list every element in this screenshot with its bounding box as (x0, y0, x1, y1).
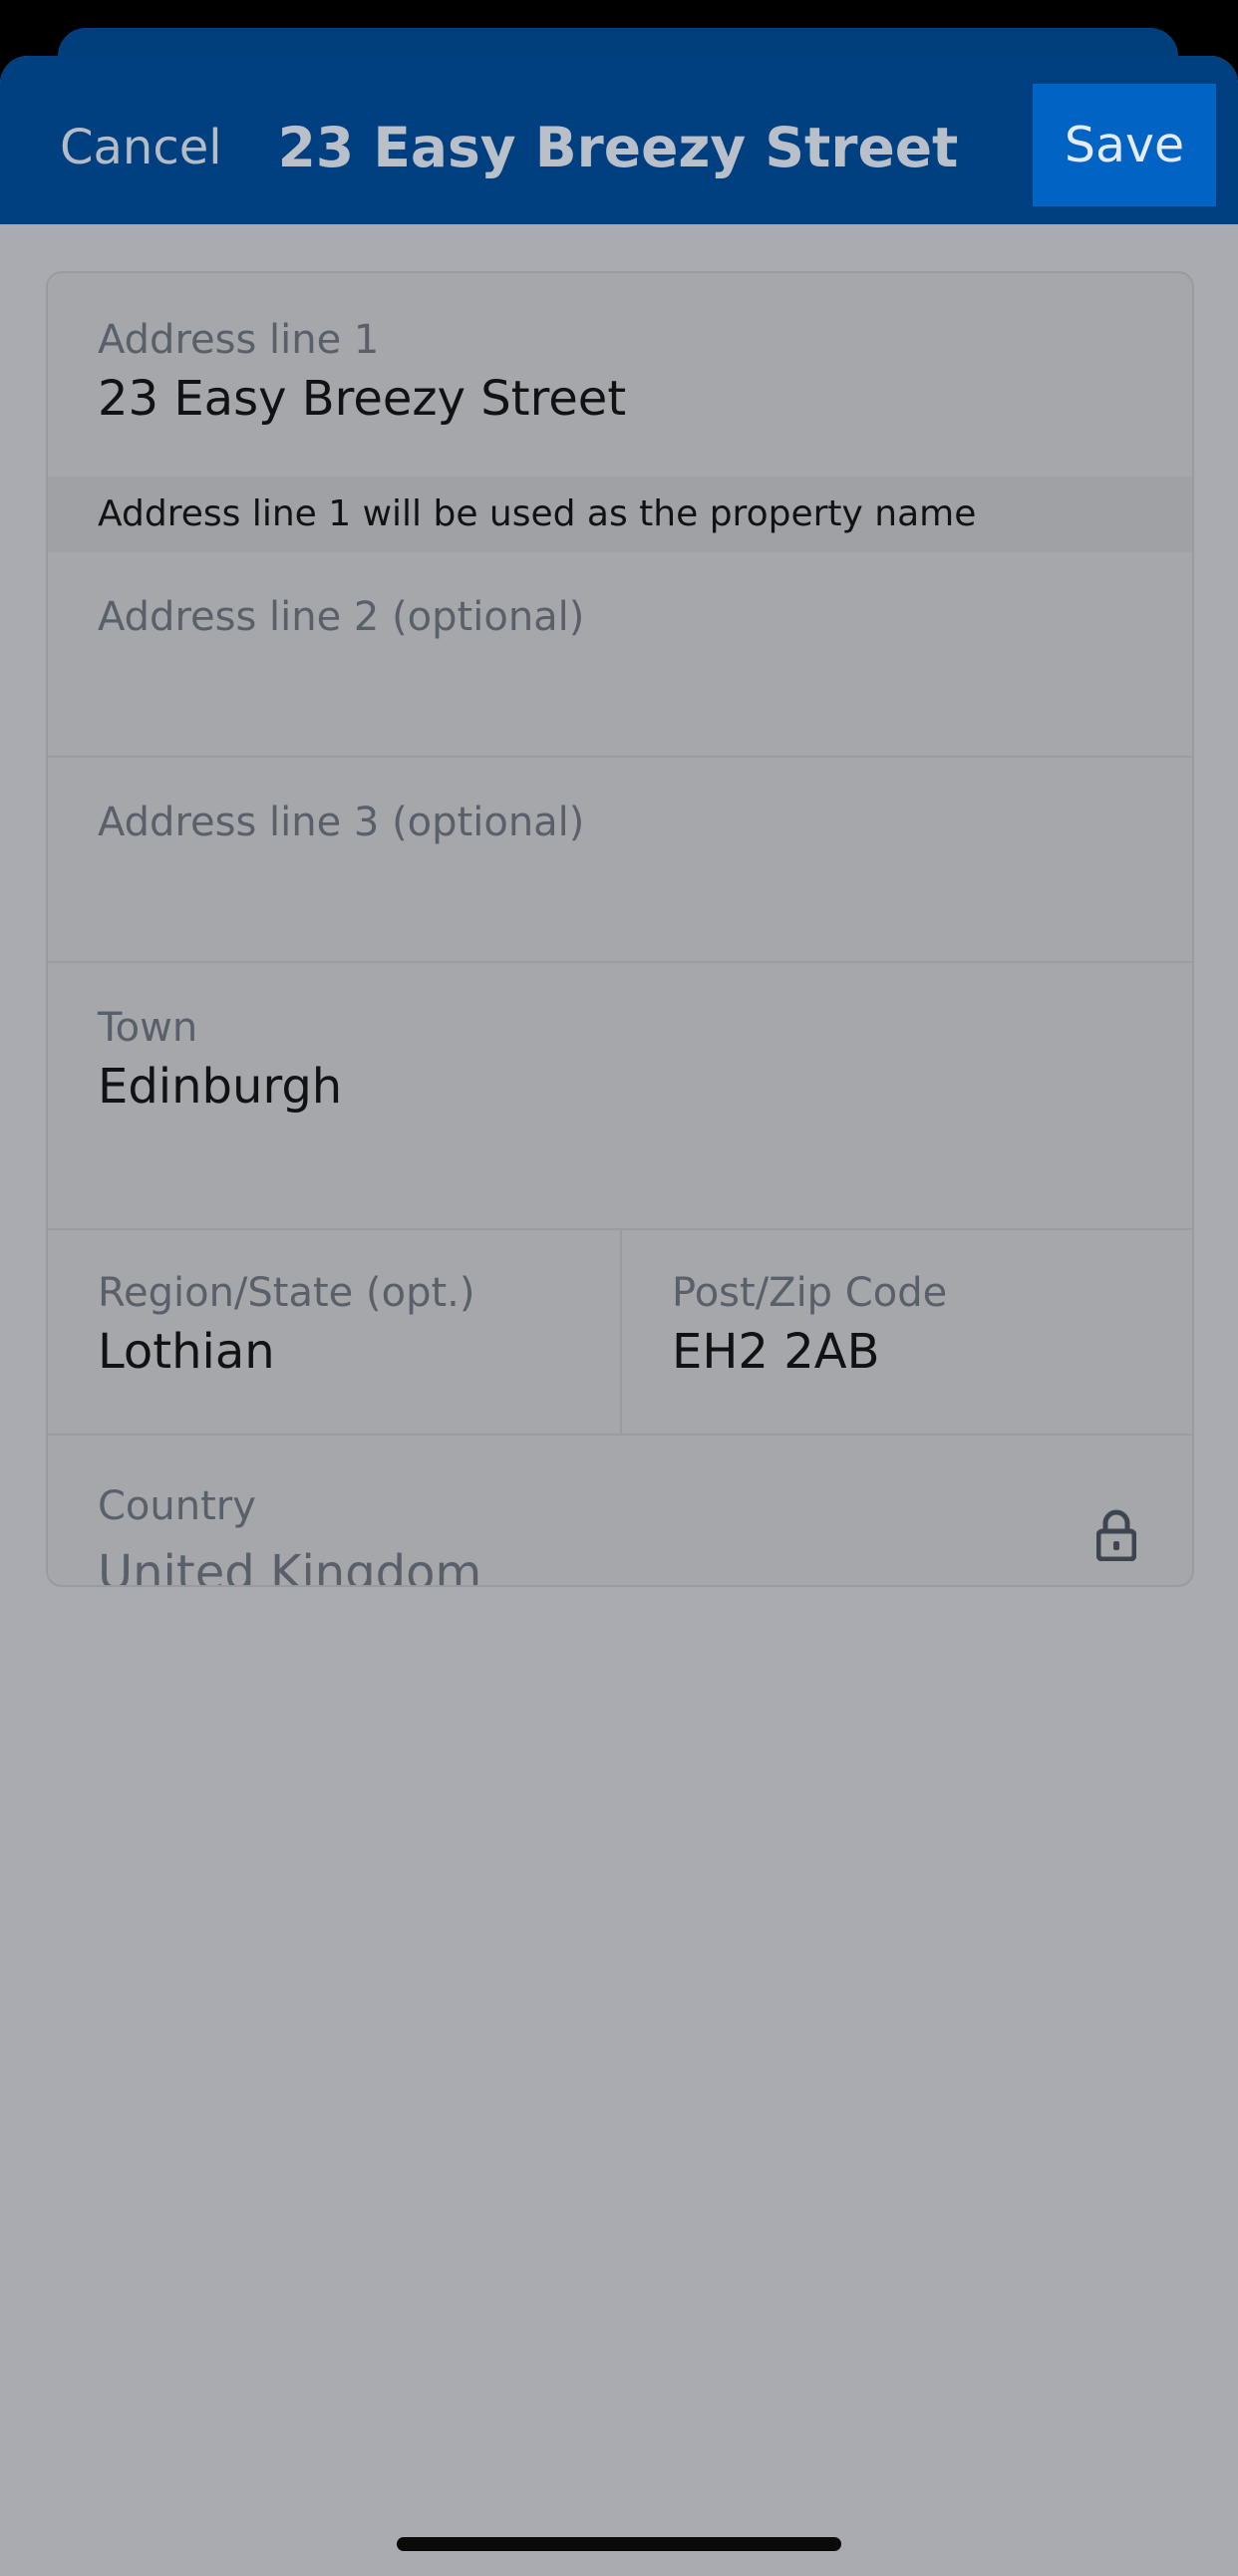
region-value[interactable]: Lothian (98, 1324, 275, 1380)
cancel-button[interactable]: Cancel (60, 108, 222, 187)
address-line-2-field[interactable]: Address line 2 (optional) (48, 552, 1192, 758)
town-field[interactable]: Town Edinburgh (48, 963, 1192, 1168)
country-value: United Kingdom (98, 1545, 482, 1587)
address-hint-text: Address line 1 will be used as the prope… (98, 493, 977, 534)
address-line-3-label: Address line 3 (optional) (98, 800, 585, 845)
postcode-value[interactable]: EH2 2AB (672, 1324, 880, 1380)
postcode-field[interactable]: Post/Zip Code EH2 2AB (622, 1230, 1192, 1436)
town-value[interactable]: Edinburgh (98, 1059, 342, 1115)
town-label: Town (98, 1005, 198, 1051)
lock-icon (1096, 1509, 1136, 1561)
navigation-bar: Cancel 23 Easy Breezy Street Save (0, 56, 1238, 224)
address-line-2-label: Address line 2 (optional) (98, 594, 585, 640)
edit-address-sheet: Cancel 23 Easy Breezy Street Save Addres… (0, 56, 1238, 2576)
address-line-1-value[interactable]: 23 Easy Breezy Street (98, 371, 626, 427)
region-field[interactable]: Region/State (opt.) Lothian (48, 1230, 620, 1436)
address-form: Address line 1 23 Easy Breezy Street Add… (46, 271, 1194, 1587)
address-line-3-field[interactable]: Address line 3 (optional) (48, 758, 1192, 963)
region-label: Region/State (opt.) (98, 1270, 475, 1316)
country-label: Country (98, 1483, 256, 1529)
address-hint: Address line 1 will be used as the prope… (48, 477, 1192, 552)
country-field: Country United Kingdom (48, 1436, 1192, 1585)
address-line-1-field[interactable]: Address line 1 23 Easy Breezy Street (48, 273, 1192, 477)
save-button[interactable]: Save (1033, 84, 1216, 206)
home-indicator[interactable] (397, 2537, 841, 2551)
address-line-1-label: Address line 1 (98, 317, 380, 363)
page-title: 23 Easy Breezy Street (277, 116, 959, 179)
postcode-label: Post/Zip Code (672, 1270, 948, 1316)
